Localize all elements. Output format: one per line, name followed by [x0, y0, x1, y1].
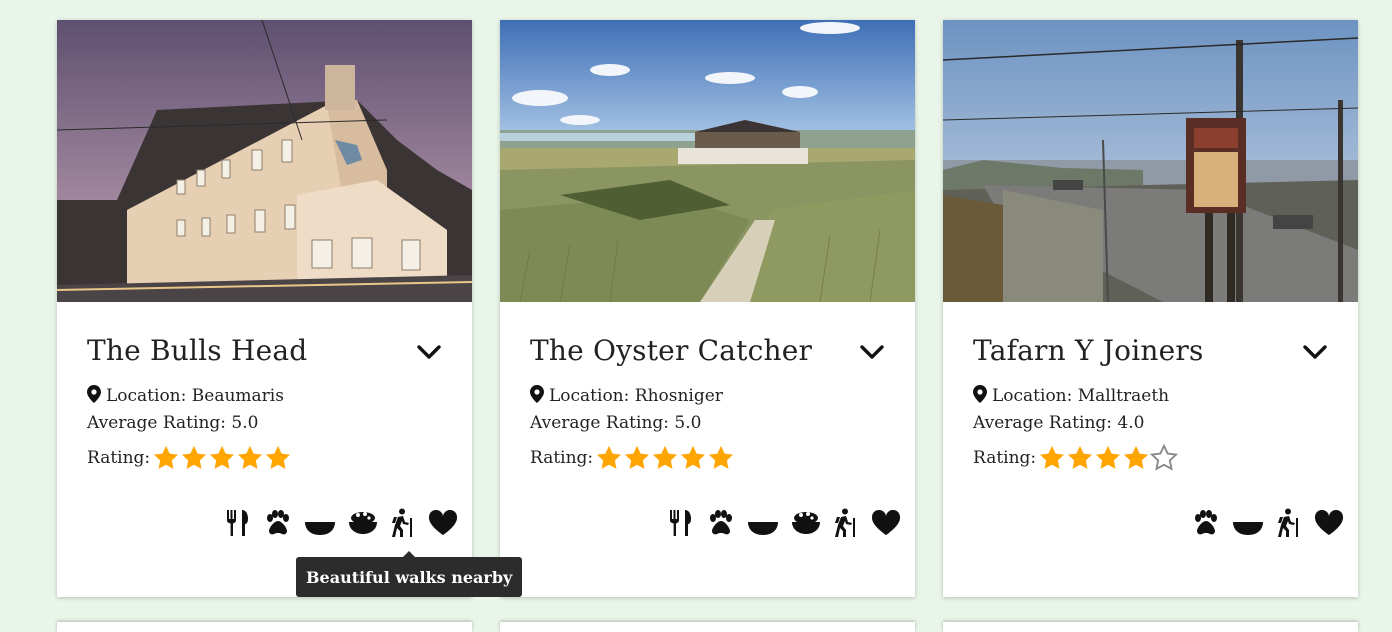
- star-icon-filled: [707, 444, 735, 472]
- location-text: Location: Beaumaris: [106, 386, 284, 406]
- star-icon-filled: [651, 444, 679, 472]
- location-text: Location: Rhosniger: [549, 386, 723, 406]
- bowl-icon[interactable]: [747, 517, 779, 537]
- card-title: The Oyster Catcher: [530, 334, 813, 367]
- food-icon[interactable]: [226, 509, 252, 537]
- pub-sign-photo: [943, 20, 1358, 302]
- next-card-edge: [57, 622, 472, 632]
- card-the-oyster-catcher[interactable]: The Oyster Catcher Location: Rhosniger A…: [500, 20, 915, 597]
- bowl-icon[interactable]: [1232, 517, 1264, 537]
- hiking-icon[interactable]: [390, 508, 416, 538]
- hiking-icon[interactable]: [1276, 508, 1302, 538]
- star-icon-filled: [1038, 444, 1066, 472]
- map-marker-icon: [87, 385, 101, 403]
- card-the-bulls-head[interactable]: The Bulls Head Location: Beaumaris Avera…: [57, 20, 472, 597]
- star-icon-filled: [623, 444, 651, 472]
- bowl-icon[interactable]: [304, 517, 336, 537]
- star-icon-empty: [1150, 444, 1178, 472]
- tooltip: Beautiful walks nearby: [296, 551, 523, 597]
- amenity-icons: [226, 508, 458, 538]
- chevron-down-icon[interactable]: [859, 342, 885, 362]
- card-tafarn-y-joiners[interactable]: Tafarn Y Joiners Location: Malltraeth Av…: [943, 20, 1358, 597]
- next-card-edge: [943, 622, 1358, 632]
- amenity-icons: [1192, 508, 1344, 538]
- star-rating: [152, 444, 292, 472]
- meal-bowl-icon[interactable]: [791, 510, 821, 536]
- hotel-building-photo: [57, 20, 472, 302]
- beach-dunes-photo: [500, 20, 915, 302]
- average-rating: Average Rating: 5.0: [87, 413, 259, 433]
- star-icon-filled: [1094, 444, 1122, 472]
- average-rating: Average Rating: 5.0: [530, 413, 702, 433]
- star-rating: [1038, 444, 1178, 472]
- dog-friendly-icon[interactable]: [707, 510, 735, 536]
- star-icon-filled: [236, 444, 264, 472]
- amenity-icons: [669, 508, 901, 538]
- location-text: Location: Malltraeth: [992, 386, 1170, 406]
- star-icon-filled: [180, 444, 208, 472]
- meal-bowl-icon[interactable]: [348, 510, 378, 536]
- location-line: Location: Rhosniger: [530, 385, 723, 406]
- next-card-edge: [500, 622, 915, 632]
- heart-icon[interactable]: [428, 510, 458, 536]
- map-marker-icon: [530, 385, 544, 403]
- map-marker-icon: [973, 385, 987, 403]
- dog-friendly-icon[interactable]: [1192, 510, 1220, 536]
- location-line: Location: Malltraeth: [973, 385, 1169, 406]
- chevron-down-icon[interactable]: [416, 342, 442, 362]
- rating-row: Rating:: [973, 444, 1178, 472]
- card-title: The Bulls Head: [87, 334, 308, 367]
- rating-row: Rating:: [530, 444, 735, 472]
- card-title: Tafarn Y Joiners: [973, 334, 1204, 367]
- star-icon-filled: [1122, 444, 1150, 472]
- rating-row: Rating:: [87, 444, 292, 472]
- star-icon-filled: [208, 444, 236, 472]
- rating-label: Rating:: [530, 448, 594, 468]
- star-icon-filled: [264, 444, 292, 472]
- dog-friendly-icon[interactable]: [264, 510, 292, 536]
- hiking-icon[interactable]: [833, 508, 859, 538]
- star-icon-filled: [1066, 444, 1094, 472]
- location-line: Location: Beaumaris: [87, 385, 284, 406]
- star-icon-filled: [595, 444, 623, 472]
- heart-icon[interactable]: [1314, 510, 1344, 536]
- average-rating: Average Rating: 4.0: [973, 413, 1145, 433]
- star-icon-filled: [152, 444, 180, 472]
- rating-label: Rating:: [87, 448, 151, 468]
- star-rating: [595, 444, 735, 472]
- rating-label: Rating:: [973, 448, 1037, 468]
- food-icon[interactable]: [669, 509, 695, 537]
- star-icon-filled: [679, 444, 707, 472]
- heart-icon[interactable]: [871, 510, 901, 536]
- chevron-down-icon[interactable]: [1302, 342, 1328, 362]
